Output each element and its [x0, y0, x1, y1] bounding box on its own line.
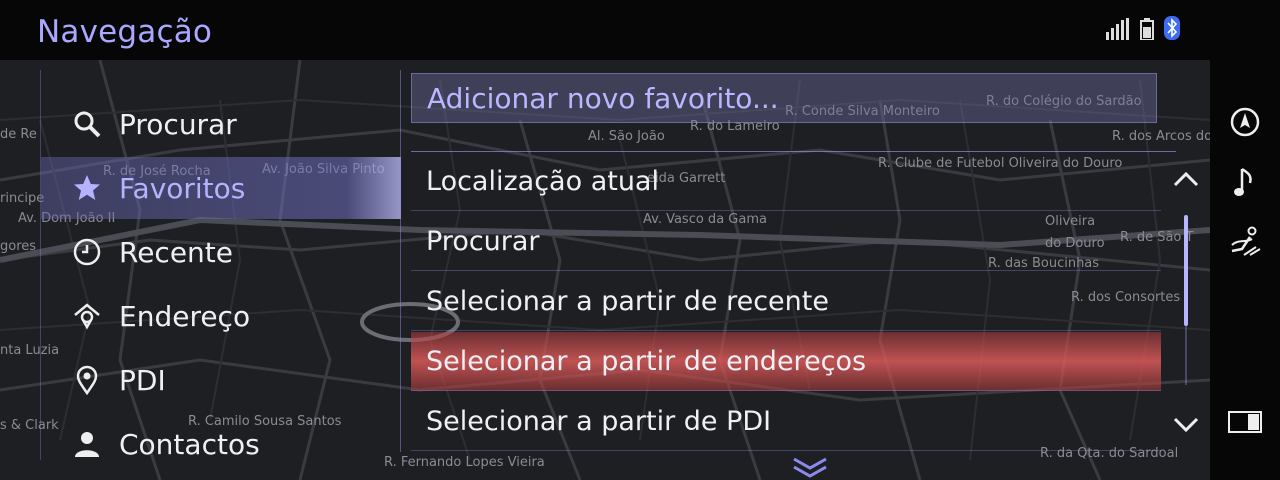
page-title: Navegação: [37, 14, 213, 50]
bluetooth-icon: [1164, 16, 1180, 40]
navigation-button[interactable]: [1226, 103, 1264, 141]
scrollbar-thumb[interactable]: [1184, 215, 1188, 326]
location-pin-icon: [69, 362, 105, 398]
list-item-search[interactable]: Procurar: [411, 212, 1161, 271]
star-icon: [69, 170, 105, 206]
list-item-from-recent[interactable]: Selecionar a partir de recente: [411, 272, 1161, 331]
list-item-label: Procurar: [426, 225, 540, 257]
music-note-icon: [1234, 167, 1252, 196]
person-icon: [69, 426, 105, 462]
screen-split-icon: [1228, 411, 1262, 433]
sidebar-item-label: Endereço: [119, 299, 251, 333]
sidebar-item-procurar[interactable]: Procurar: [41, 93, 401, 155]
sidebar-item-endereco[interactable]: Endereço: [41, 285, 401, 347]
list-item-from-poi[interactable]: Selecionar a partir de PDI: [411, 392, 1161, 451]
sidebar-item-label: Procurar: [119, 107, 237, 141]
signal-icon: [1106, 18, 1129, 40]
favorites-panel: Adicionar novo favorito... Localização a…: [400, 70, 1211, 452]
chevron-down-icon: [1173, 417, 1199, 433]
scroll-up-button[interactable]: [1169, 164, 1203, 194]
sidebar-menu: Procurar Favoritos Recente Endereço PDI …: [40, 70, 401, 461]
list-item-from-addresses[interactable]: Selecionar a partir de endereços: [411, 332, 1161, 391]
screen-split-button[interactable]: [1226, 403, 1264, 441]
map-street-label: R. Fernando Lopes Vieira: [384, 455, 545, 470]
list-item-label: Localização atual: [426, 165, 659, 197]
navigation-icon: [1230, 107, 1260, 137]
search-icon: [69, 106, 105, 142]
add-favorite-button[interactable]: Adicionar novo favorito...: [411, 73, 1157, 123]
clock-icon: [69, 234, 105, 270]
map-street-label: rincipe: [0, 191, 44, 206]
scroll-down-button[interactable]: [1169, 410, 1203, 440]
sidebar-item-label: PDI: [119, 363, 166, 397]
add-favorite-label: Adicionar novo favorito...: [427, 81, 779, 115]
seat-climate-button[interactable]: [1226, 223, 1264, 261]
map-street-label: gores: [0, 239, 36, 254]
map-street-label: de Re: [0, 127, 37, 142]
list-item-current-location[interactable]: Localização atual: [411, 152, 1161, 211]
home-pin-icon: [69, 298, 105, 334]
status-icons: [1106, 16, 1180, 40]
seat-climate-icon: [1231, 226, 1261, 256]
sidebar-item-pdi[interactable]: PDI: [41, 349, 401, 411]
more-content-chevron-icon[interactable]: [790, 455, 830, 480]
sidebar-item-label: Contactos: [119, 427, 260, 461]
sidebar-item-label: Recente: [119, 235, 233, 269]
sidebar-item-label: Favoritos: [119, 171, 246, 205]
header-bar: Navegação: [0, 0, 1210, 60]
list-item-label: Selecionar a partir de PDI: [426, 405, 772, 437]
list-item-label: Selecionar a partir de endereços: [426, 345, 867, 377]
battery-icon: [1140, 18, 1154, 40]
sidebar-item-recente[interactable]: Recente: [41, 221, 401, 283]
sidebar-item-contactos[interactable]: Contactos: [41, 413, 401, 475]
chevron-up-icon: [1173, 171, 1199, 187]
music-button[interactable]: [1226, 163, 1264, 201]
list-item-label: Selecionar a partir de recente: [426, 285, 829, 317]
sidebar-item-favoritos[interactable]: Favoritos: [41, 157, 401, 219]
